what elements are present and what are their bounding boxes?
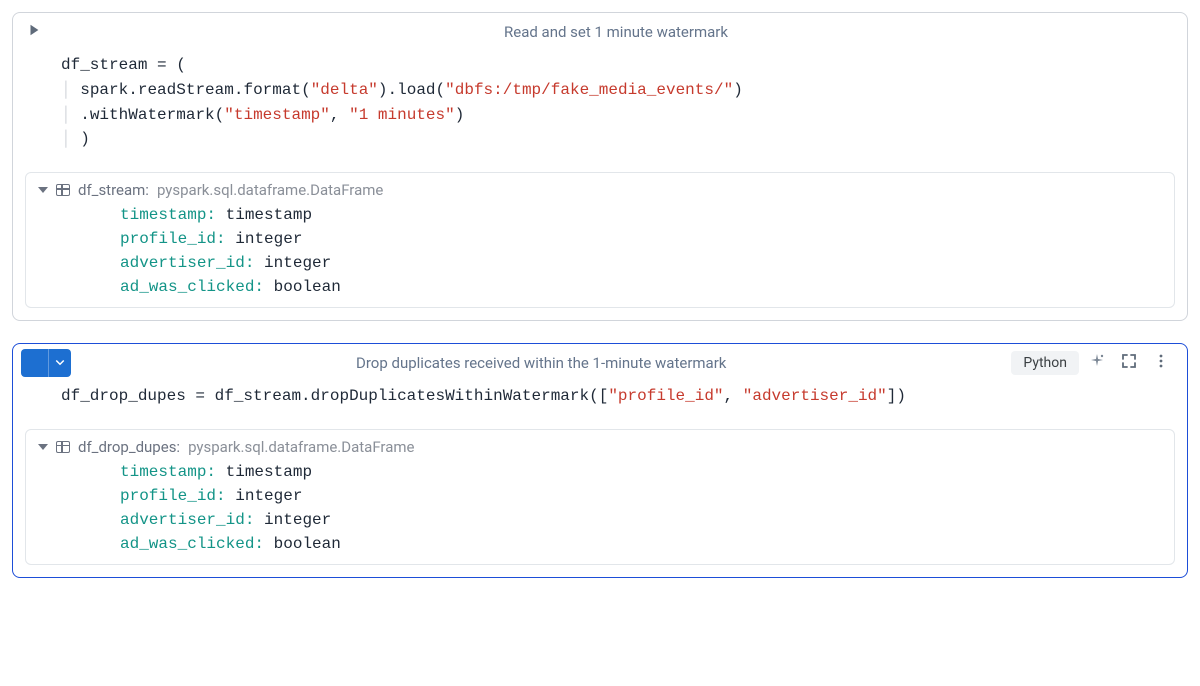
schema-field-name: profile_id: (120, 230, 226, 248)
cell-header: Read and set 1 minute watermark (13, 13, 1187, 47)
code-token: "advertiser_id" (743, 387, 887, 405)
schema-field-row: profile_id: integer (120, 227, 1162, 251)
output-var-type: pyspark.sql.dataframe.DataFrame (157, 181, 383, 199)
schema-field-row: profile_id: integer (120, 484, 1162, 508)
code-token: spark (80, 81, 128, 99)
schema-field-name: timestamp: (120, 463, 216, 481)
schema-field-type: timestamp (226, 206, 312, 224)
schema-field-type: integer (264, 254, 331, 272)
code-token: "dbfs:/tmp/fake_media_events/" (445, 81, 733, 99)
code-token: format (243, 81, 301, 99)
cell-header: Drop duplicates received within the 1-mi… (13, 344, 1187, 378)
code-token: readStream (138, 81, 234, 99)
code-token: ) (455, 106, 465, 124)
code-token: ) (378, 81, 388, 99)
code-token: "delta" (311, 81, 378, 99)
code-token: df_stream (61, 56, 157, 74)
code-editor[interactable]: df_drop_dupes = df_stream.dropDuplicates… (13, 378, 1187, 423)
code-token: df_stream (215, 387, 301, 405)
code-line: │ .withWatermark("timestamp", "1 minutes… (61, 103, 1139, 128)
schema-field-name: advertiser_id: (120, 511, 254, 529)
code-token: "1 minutes" (349, 106, 455, 124)
output-panel: df_drop_dupes: pyspark.sql.dataframe.Dat… (25, 429, 1175, 565)
code-token: load (397, 81, 435, 99)
code-token: ]) (887, 387, 906, 405)
code-token: . (388, 81, 398, 99)
schema-field-name: timestamp: (120, 206, 216, 224)
code-token: df_drop_dupes (61, 387, 195, 405)
notebook-cell: Read and set 1 minute watermark df_stream… (12, 12, 1188, 321)
schema-field-row: advertiser_id: integer (120, 251, 1162, 275)
schema-field-name: ad_was_clicked: (120, 278, 264, 296)
table-icon (56, 441, 70, 453)
output-var-type: pyspark.sql.dataframe.DataFrame (188, 438, 414, 456)
more-options-button[interactable] (1147, 349, 1175, 377)
more-icon (1153, 353, 1169, 373)
schema-field-type: integer (235, 487, 302, 505)
run-split-button[interactable] (21, 349, 71, 377)
expand-icon (1121, 353, 1137, 373)
code-token: dropDuplicatesWithinWatermark (311, 387, 589, 405)
table-icon (56, 184, 70, 196)
code-token: , (724, 387, 743, 405)
schema-field-row: timestamp: timestamp (120, 203, 1162, 227)
schema-field-type: integer (235, 230, 302, 248)
schema-field-name: advertiser_id: (120, 254, 254, 272)
code-token: ( (176, 56, 186, 74)
cell-title: Read and set 1 minute watermark (53, 17, 1179, 47)
code-token: "profile_id" (608, 387, 723, 405)
play-icon (27, 23, 41, 41)
code-token: ) (80, 130, 90, 148)
run-button[interactable] (21, 19, 47, 45)
collapse-icon[interactable] (38, 187, 48, 193)
collapse-icon[interactable] (38, 444, 48, 450)
code-token: = (157, 56, 176, 74)
schema-header[interactable]: df_drop_dupes: pyspark.sql.dataframe.Dat… (38, 438, 1162, 456)
assistant-button[interactable] (1083, 349, 1111, 377)
schema-field-type: integer (264, 511, 331, 529)
code-token: ( (301, 81, 311, 99)
code-line: │ ) (61, 127, 1139, 152)
code-token: ( (215, 106, 225, 124)
schema-fields: timestamp: timestampprofile_id: integera… (38, 199, 1162, 299)
output-panel: df_stream: pyspark.sql.dataframe.DataFra… (25, 172, 1175, 308)
code-editor[interactable]: df_stream = (│ spark.readStream.format("… (13, 47, 1187, 166)
schema-field-row: ad_was_clicked: boolean (120, 532, 1162, 556)
output-var-name: df_drop_dupes: (78, 438, 180, 456)
code-line: df_drop_dupes = df_stream.dropDuplicates… (61, 384, 1139, 409)
expand-button[interactable] (1115, 349, 1143, 377)
code-token: "timestamp" (224, 106, 330, 124)
code-line: df_stream = ( (61, 53, 1139, 78)
code-token: ( (436, 81, 446, 99)
sparkle-icon (1089, 353, 1105, 373)
schema-field-row: ad_was_clicked: boolean (120, 275, 1162, 299)
run-button[interactable] (21, 349, 49, 377)
cell-title: Drop duplicates received within the 1-mi… (77, 348, 1005, 378)
output-var-name: df_stream: (78, 181, 149, 199)
schema-header[interactable]: df_stream: pyspark.sql.dataframe.DataFra… (38, 181, 1162, 199)
code-token: ) (733, 81, 743, 99)
cell-toolbar: Python (1011, 349, 1179, 377)
code-token: = (195, 387, 214, 405)
code-token: . (301, 387, 311, 405)
schema-field-name: profile_id: (120, 487, 226, 505)
notebook-cell: Drop duplicates received within the 1-mi… (12, 343, 1188, 578)
chevron-down-icon (54, 354, 66, 372)
schema-field-row: advertiser_id: integer (120, 508, 1162, 532)
code-token: withWatermark (90, 106, 215, 124)
code-token: . (80, 106, 90, 124)
code-token: . (128, 81, 138, 99)
code-token: , (330, 106, 349, 124)
schema-field-type: boolean (274, 278, 341, 296)
schema-fields: timestamp: timestampprofile_id: integera… (38, 456, 1162, 556)
run-options-dropdown[interactable] (49, 349, 71, 377)
code-line: │ spark.readStream.format("delta").load(… (61, 78, 1139, 103)
schema-field-type: timestamp (226, 463, 312, 481)
code-token: ([ (589, 387, 608, 405)
schema-field-name: ad_was_clicked: (120, 535, 264, 553)
schema-field-type: boolean (274, 535, 341, 553)
schema-field-row: timestamp: timestamp (120, 460, 1162, 484)
language-selector[interactable]: Python (1011, 351, 1079, 375)
